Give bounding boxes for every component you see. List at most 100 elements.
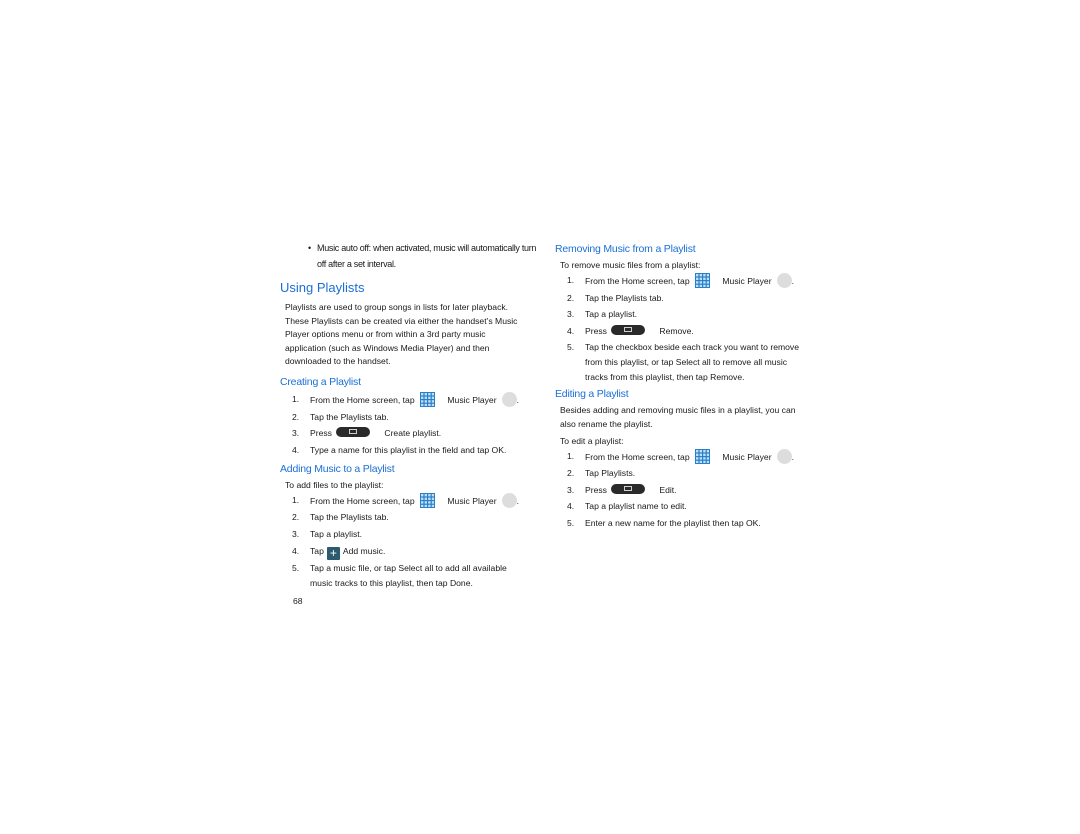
subsection-title-creating: Creating a Playlist	[280, 375, 361, 388]
step-number: 3.	[567, 309, 575, 320]
step-number: 2.	[292, 512, 300, 523]
subsection-title-adding: Adding Music to a Playlist	[280, 462, 395, 475]
intro-line: application (such as Windows Media Playe…	[285, 342, 490, 353]
step-text: Tap a playlist.	[310, 528, 363, 539]
step-number: 1.	[567, 275, 575, 285]
bullet-text-line1: Music auto off: when activated, music wi…	[317, 243, 537, 253]
step-item: 5. Enter a new name for the playlist the…	[555, 516, 820, 531]
apps-grid-icon	[695, 273, 710, 288]
step-text: .	[791, 451, 794, 462]
step-text: Enter a new name for the playlist then t…	[585, 517, 761, 528]
step-number: 4.	[292, 444, 300, 455]
step-text: from this playlist, or tap Select all to…	[585, 357, 788, 368]
menu-key-icon	[611, 483, 646, 494]
step-item: 2. Tap the Playlists tab.	[555, 291, 820, 306]
section-title-using-playlists: Using Playlists	[280, 280, 365, 295]
step-text: Tap a playlist name to edit.	[585, 501, 687, 512]
removing-intro: To remove music files from a playlist:	[560, 260, 701, 270]
bullet-marker: •	[308, 243, 311, 253]
step-item: 2. Tap the Playlists tab.	[280, 510, 540, 525]
step-text: .	[516, 495, 519, 506]
step-text: .	[516, 394, 519, 405]
creating-steps: 1. From the Home screen, tap Music Playe…	[280, 391, 540, 458]
removing-steps: 1. From the Home screen, tap Music Playe…	[555, 273, 820, 385]
step-number: 4.	[567, 501, 575, 512]
apps-grid-icon	[420, 493, 435, 508]
step-number: 5.	[292, 563, 300, 574]
step-text: Tap	[310, 545, 324, 556]
step-item: 5. Tap the checkbox beside each track yo…	[555, 340, 820, 385]
step-text: Tap Playlists.	[585, 468, 636, 479]
step-text: Edit.	[659, 484, 677, 495]
step-text: Tap the Playlists tab.	[310, 512, 389, 523]
adding-intro: To add files to the playlist:	[285, 479, 384, 490]
step-item: 5. Tap a music file, or tap Select all t…	[280, 561, 540, 591]
step-item: 3. Press Edit.	[555, 483, 820, 498]
step-text: Press	[585, 325, 607, 336]
step-number: 1.	[292, 494, 300, 505]
step-item: 4. Type a name for this playlist in the …	[280, 443, 540, 458]
step-text: Tap a playlist.	[585, 309, 638, 320]
intro-line: Playlists are used to group songs in lis…	[285, 302, 509, 312]
step-text: Add music.	[342, 545, 386, 556]
subsection-title-removing: Removing Music from a Playlist	[555, 243, 696, 255]
step-item: 2. Tap Playlists.	[555, 466, 820, 481]
music-player-icon	[776, 273, 792, 288]
step-text: Press	[310, 428, 332, 439]
step-text: From the Home screen, tap	[310, 495, 415, 506]
step-text: Music Player	[722, 451, 772, 462]
step-number: 4.	[292, 545, 300, 556]
step-number: 2.	[567, 292, 575, 303]
step-text: Press	[585, 484, 607, 495]
step-number: 3.	[292, 428, 300, 439]
step-text: .	[791, 276, 794, 286]
step-item: 3. Tap a playlist.	[280, 527, 540, 542]
music-player-icon	[776, 448, 792, 464]
intro-line: Besides adding and removing music files …	[560, 405, 796, 416]
step-number: 2.	[567, 468, 575, 479]
step-number: 4.	[567, 325, 575, 336]
step-item: 2. Tap the Playlists tab.	[280, 410, 540, 425]
step-text: Create playlist.	[384, 428, 442, 439]
step-text: Remove.	[659, 325, 694, 336]
step-item: 3. Tap a playlist.	[555, 307, 820, 322]
subsection-title-editing: Editing a Playlist	[555, 388, 629, 401]
apps-grid-icon	[695, 449, 710, 464]
step-item: 1. From the Home screen, tap Music Playe…	[555, 273, 820, 289]
step-number: 1.	[292, 393, 300, 404]
section-intro: Playlists are used to group songs in lis…	[285, 301, 540, 369]
add-plus-icon: +	[326, 546, 340, 560]
step-text: Music Player	[447, 495, 497, 506]
apps-grid-icon	[420, 392, 435, 407]
editing-intro: Besides adding and removing music files …	[560, 404, 820, 431]
intro-line: also rename the playlist.	[560, 418, 653, 429]
step-text: From the Home screen, tap	[585, 451, 690, 462]
step-item: 4. Tap a playlist name to edit.	[555, 499, 820, 514]
step-number: 3.	[567, 484, 575, 495]
intro-line: Player options menu or from within a 3rd…	[285, 329, 486, 340]
bullet-text-line2: off after a set interval.	[317, 259, 396, 269]
step-text: Tap the checkbox beside each track you w…	[585, 342, 800, 353]
step-number: 2.	[292, 411, 300, 422]
left-column: • Music auto off: when activated, music …	[280, 240, 540, 606]
step-number: 5.	[567, 342, 575, 353]
page-number: 68	[293, 596, 303, 607]
menu-key-icon	[336, 427, 371, 438]
step-text: Music Player	[722, 276, 772, 286]
step-item: 1. From the Home screen, tap Music Playe…	[280, 492, 540, 509]
step-number: 1.	[567, 450, 575, 461]
bullet-music-auto-off: • Music auto off: when activated, music …	[308, 240, 540, 272]
step-number: 3.	[292, 528, 300, 539]
step-number: 5.	[567, 517, 575, 528]
editing-steps: 1. From the Home screen, tap Music Playe…	[555, 448, 820, 531]
step-text: Tap the Playlists tab.	[585, 292, 664, 303]
intro-line: These Playlists can be created via eithe…	[285, 315, 518, 326]
step-text: Tap a music file, or tap Select all to a…	[310, 563, 507, 574]
menu-key-icon	[611, 324, 646, 335]
step-text: From the Home screen, tap	[585, 276, 690, 286]
step-text: Type a name for this playlist in the fie…	[310, 444, 507, 455]
step-text: Tap the Playlists tab.	[310, 411, 389, 422]
step-item: 1. From the Home screen, tap Music Playe…	[555, 448, 820, 465]
right-column: Removing Music from a Playlist To remove…	[555, 240, 820, 533]
editing-intro-2: To edit a playlist:	[560, 435, 624, 446]
